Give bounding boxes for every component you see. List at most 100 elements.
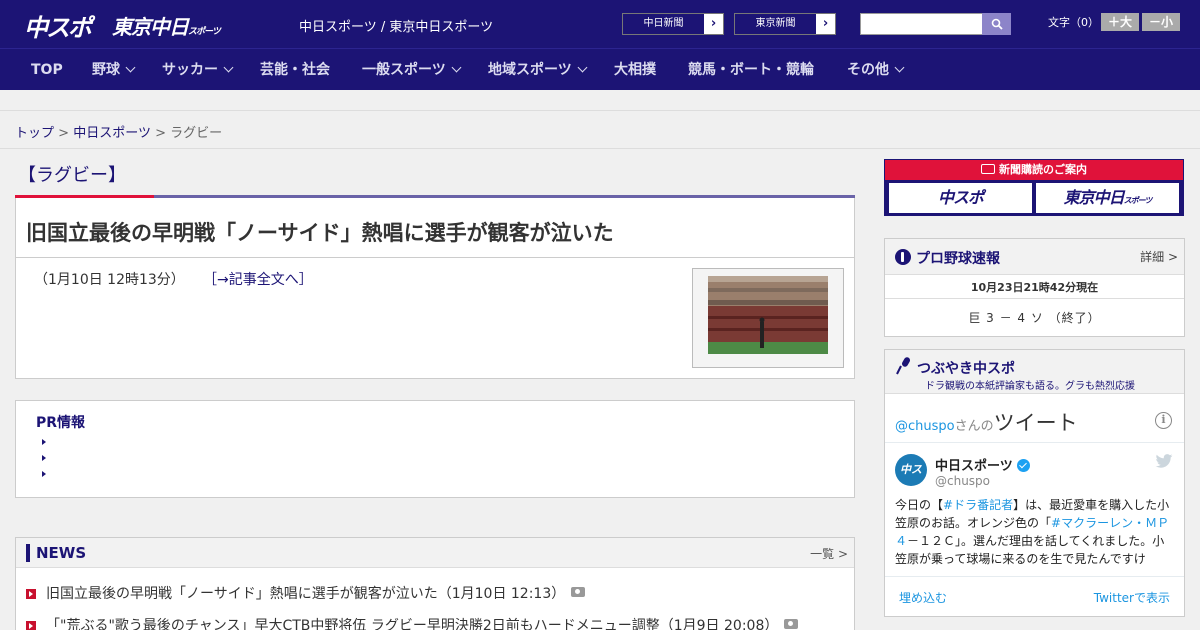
view-on-twitter-link[interactable]: Twitterで表示 xyxy=(1094,589,1170,606)
nav-label: その他 xyxy=(847,62,889,78)
nav-racing[interactable]: 競馬・ボート・競輪 xyxy=(688,49,814,91)
site-names: 中日スポーツ / 東京中日スポーツ xyxy=(299,20,494,35)
twitter-widget-subtitle: ドラ観戦の本紙評論家も語る。グラも熱烈応援 xyxy=(925,381,1135,392)
nav-entertainment[interactable]: 芸能・社会 xyxy=(260,49,330,91)
chevron-down-icon xyxy=(451,62,462,73)
rugby-team-photo xyxy=(708,276,828,354)
bullet-icon xyxy=(42,439,46,445)
baseball-details-link[interactable]: 詳細 > xyxy=(1140,248,1178,265)
bullet-icon xyxy=(42,455,46,461)
subscription-chuspo-logo[interactable]: 中スポ xyxy=(889,183,1032,213)
article-date: （1月10日 12時13分） xyxy=(34,272,185,288)
pr-title: PR情報 xyxy=(36,415,86,431)
divider xyxy=(16,257,854,258)
nav-sumo[interactable]: 大相撲 xyxy=(614,49,656,91)
nav-local-sports[interactable]: 地域スポーツ xyxy=(488,49,588,91)
breadcrumb-top[interactable]: トップ xyxy=(15,126,54,141)
news-item-text: 旧国立最後の早明戦「ノーサイド」熱唱に選手が観客が泣いた（1月10日 12:13… xyxy=(46,586,566,602)
twitter-widget-footer: 埋め込む Twitterで表示 xyxy=(885,576,1184,616)
pr-section: PR情報 xyxy=(15,400,855,498)
chevron-down-icon xyxy=(125,62,136,73)
chuspo-logo[interactable]: 中スポ xyxy=(24,8,92,43)
subscription-banner[interactable]: 新聞購読のご案内 中スポ 東京中日スポーツ xyxy=(884,159,1184,216)
tweets-handle-suffix: さんの xyxy=(954,419,994,434)
tweet-text: 今日の【#ドラ番記者】は、最近愛車を購入した小笠原のお話。オレンジ色の「#マクラ… xyxy=(895,496,1170,568)
nav-baseball[interactable]: 野球 xyxy=(92,49,136,91)
subscription-tokyo-logo[interactable]: 東京中日スポーツ xyxy=(1036,183,1179,213)
paper-button-label: 東京新聞 xyxy=(735,14,816,34)
nav-label: 芸能・社会 xyxy=(260,62,330,78)
account-name-text: 中日スポーツ xyxy=(935,459,1013,474)
news-item[interactable]: 旧国立最後の早明戦「ノーサイド」熱唱に選手が観客が泣いた（1月10日 12:13… xyxy=(26,583,586,603)
tokyo-shimbun-button[interactable]: 東京新聞 › xyxy=(734,13,836,35)
news-item-text: 「"荒ぶる"歌う最後のチャンス」早大CTB中野将伍 ラグビー早明決勝2日前もハー… xyxy=(46,618,779,630)
info-icon[interactable]: i xyxy=(1155,412,1172,429)
font-larger-button[interactable]: ＋大 xyxy=(1101,13,1139,31)
subscription-tokyo-small: スポーツ xyxy=(1123,196,1153,205)
full-article-link[interactable]: ［→記事全文へ］ xyxy=(203,269,313,289)
main-nav: TOP 野球 サッカー 芸能・社会 一般スポーツ 地域スポーツ 大相撲 競馬・ボ… xyxy=(0,48,1200,90)
tokyo-logo-text: 東京中日 xyxy=(112,15,189,39)
nav-top[interactable]: TOP xyxy=(31,49,63,91)
tweets-handle[interactable]: @chuspo xyxy=(895,419,955,434)
nav-general-sports[interactable]: 一般スポーツ xyxy=(362,49,462,91)
chevron-down-icon xyxy=(894,62,905,73)
tweet-account-name[interactable]: 中日スポーツ xyxy=(935,455,1030,474)
article-thumbnail[interactable] xyxy=(692,268,844,368)
search-button[interactable] xyxy=(982,13,1011,35)
chunichi-shimbun-button[interactable]: 中日新聞 › xyxy=(622,13,724,35)
hashtag-link[interactable]: #ドラ番記者 xyxy=(943,498,1013,512)
camera-icon xyxy=(784,619,799,629)
divider xyxy=(885,298,1184,299)
nav-label: 一般スポーツ xyxy=(362,62,446,78)
chevron-down-icon xyxy=(577,62,588,73)
nav-label: TOP xyxy=(31,62,63,78)
breadcrumb-bar: トップ > 中日スポーツ > ラグビー xyxy=(0,110,1200,149)
news-header: NEWS 一覧 > xyxy=(16,538,854,568)
news-accent-bar xyxy=(26,544,30,562)
tokyo-logo-small: スポーツ xyxy=(188,27,221,37)
tweets-heading: @chuspoさんのツイート xyxy=(895,407,1078,437)
tokyo-chunichi-logo[interactable]: 東京中日スポーツ xyxy=(112,11,221,40)
baseball-timestamp: 10月23日21時42分現在 xyxy=(970,281,1099,294)
verified-badge-icon xyxy=(1016,459,1030,472)
breadcrumb-chunichi-sports[interactable]: 中日スポーツ xyxy=(73,126,151,141)
chevron-right-icon: › xyxy=(710,16,717,31)
twitter-bird-icon[interactable] xyxy=(1155,454,1173,468)
nav-other[interactable]: その他 xyxy=(847,49,905,91)
avatar[interactable]: 中スポ xyxy=(895,454,927,508)
breadcrumb-separator: > xyxy=(58,126,70,141)
category-title: 【ラグビー】 xyxy=(18,165,126,186)
news-list-link[interactable]: 一覧 > xyxy=(810,545,848,562)
embed-link[interactable]: 埋め込む xyxy=(899,589,947,606)
tweet-text-part: 今日の【 xyxy=(895,498,944,512)
camera-icon xyxy=(571,587,586,597)
search-input[interactable] xyxy=(860,13,983,35)
bullet-icon xyxy=(42,471,46,477)
article-card: 旧国立最後の早明戦「ノーサイド」熱唱に選手が観客が泣いた （1月10日 12時1… xyxy=(15,196,855,379)
chevron-down-icon xyxy=(223,62,234,73)
subscription-heading: 新聞購読のご案内 xyxy=(885,160,1183,180)
nav-label: 競馬・ボート・競輪 xyxy=(688,62,814,78)
tweet-account-handle[interactable]: @chuspo xyxy=(935,474,990,488)
site-header: 中スポ 東京中日スポーツ 中日スポーツ / 東京中日スポーツ 中日新聞 › 東京… xyxy=(0,0,1200,48)
font-size-label: 文字（0） xyxy=(1048,16,1099,29)
nav-label: サッカー xyxy=(162,62,218,78)
paper-button-label: 中日新聞 xyxy=(623,14,704,34)
article-accent-rule xyxy=(15,195,855,198)
play-marker-icon xyxy=(26,621,36,630)
article-headline: 旧国立最後の早明戦「ノーサイド」熱唱に選手が観客が泣いた xyxy=(26,221,614,245)
newspaper-icon xyxy=(981,164,995,174)
news-item[interactable]: 「"荒ぶる"歌う最後のチャンス」早大CTB中野将伍 ラグビー早明決勝2日前もハー… xyxy=(26,615,799,630)
article-accent-red xyxy=(15,195,154,198)
twitter-widget-header: つぶやき中スポ ドラ観戦の本紙評論家も語る。グラも熱烈応援 xyxy=(885,350,1184,394)
font-smaller-button[interactable]: －小 xyxy=(1142,13,1180,31)
baseball-score[interactable]: 巨 3 － 4 ソ （終了） xyxy=(885,309,1184,326)
tweet-text-part: －１２Ｃ」。選んだ理由を話してくれました。小笠原が乗って球場に来るのを生で見たん… xyxy=(895,534,1165,566)
subscription-tokyo-text: 東京中日 xyxy=(1063,188,1125,207)
nav-label: 野球 xyxy=(92,62,120,78)
baseball-icon xyxy=(895,249,911,265)
nav-soccer[interactable]: サッカー xyxy=(162,49,234,91)
baseball-header: プロ野球速報 詳細 > xyxy=(885,239,1184,275)
nav-label: 地域スポーツ xyxy=(488,62,572,78)
